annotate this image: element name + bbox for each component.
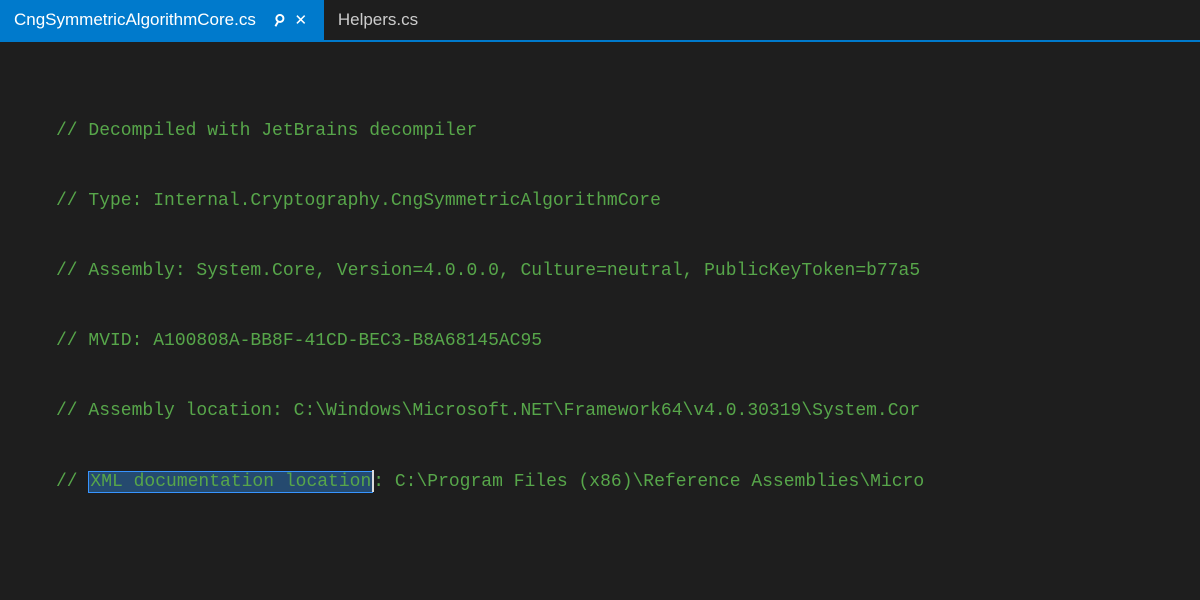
blank-line [0, 556, 1200, 586]
tab-active[interactable]: CngSymmetricAlgorithmCore.cs ⚲ ✕ [0, 0, 324, 40]
code-line: // Assembly location: C:\Windows\Microso… [0, 396, 1200, 426]
comment: // Type: Internal.Cryptography.CngSymmet… [56, 191, 661, 211]
comment: // MVID: A100808A-BB8F-41CD-BEC3-B8A6814… [56, 331, 542, 351]
code-editor[interactable]: // Decompiled with JetBrains decompiler … [0, 42, 1200, 600]
comment: // XML documentation location: C:\Progra… [56, 470, 924, 492]
comment: // Assembly: System.Core, Version=4.0.0.… [56, 261, 920, 281]
tab-label-active: CngSymmetricAlgorithmCore.cs [14, 10, 256, 30]
tab-label-inactive: Helpers.cs [338, 10, 418, 30]
comment: // Assembly location: C:\Windows\Microso… [56, 401, 920, 421]
comment: // Decompiled with JetBrains decompiler [56, 121, 477, 141]
tab-inactive[interactable]: Helpers.cs [324, 0, 442, 40]
text-selection: XML documentation location [88, 471, 373, 493]
code-line: // Type: Internal.Cryptography.CngSymmet… [0, 186, 1200, 216]
code-line: // XML documentation location: C:\Progra… [0, 466, 1200, 496]
code-line: // MVID: A100808A-BB8F-41CD-BEC3-B8A6814… [0, 326, 1200, 356]
code-line: // Decompiled with JetBrains decompiler [0, 116, 1200, 146]
code-line: // Assembly: System.Core, Version=4.0.0.… [0, 256, 1200, 286]
tab-bar: CngSymmetricAlgorithmCore.cs ⚲ ✕ Helpers… [0, 0, 1200, 42]
close-icon[interactable]: ✕ [292, 11, 310, 29]
pin-icon[interactable]: ⚲ [267, 8, 292, 33]
